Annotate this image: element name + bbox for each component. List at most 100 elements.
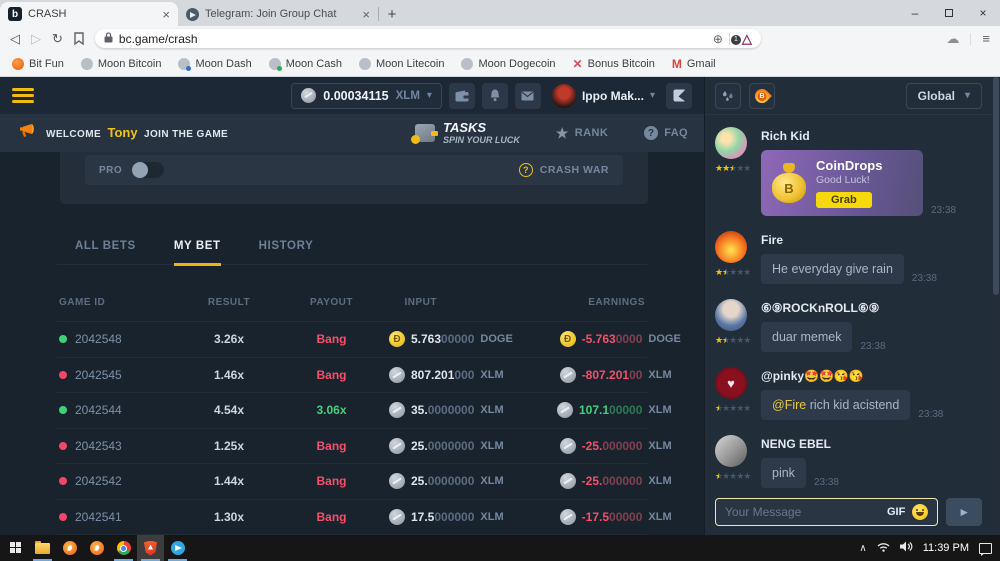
game-status-dot [59, 477, 67, 485]
user-rating-stars [715, 336, 750, 345]
taskbar-brave[interactable] [137, 535, 164, 561]
chat-input-row: GIF ► [705, 489, 992, 535]
coindrop-button[interactable] [749, 83, 775, 109]
tab-close-icon[interactable]: × [162, 8, 170, 21]
chat-channel-selector[interactable]: Global ▾ [906, 83, 982, 109]
result-value: 1.25x [184, 439, 274, 453]
chrome-icon [117, 541, 131, 555]
chat-username[interactable]: Fire [761, 233, 982, 247]
taskbar-app-orange-1[interactable] [56, 535, 83, 561]
avatar[interactable] [715, 367, 747, 399]
send-button[interactable]: ► [946, 498, 982, 526]
bookmarks-bar: Bit Fun Moon Bitcoin Moon Dash Moon Cash… [0, 51, 1000, 77]
crash-war-help-icon[interactable]: ? [519, 163, 533, 177]
close-button[interactable]: × [966, 0, 1000, 26]
table-header: GAME ID RESULT PAYOUT INPUT EARNINGS [57, 297, 647, 322]
table-row[interactable]: 2042543 1.25x Bang 25.0000000XLM -25.000… [57, 429, 647, 465]
taskbar-chrome[interactable] [110, 535, 137, 561]
rank-link[interactable]: ★ RANK [556, 125, 608, 142]
new-tab-button[interactable]: + [379, 2, 405, 26]
chat-username[interactable]: @pinky🤩🤩😘😘 [761, 369, 982, 383]
tab-history[interactable]: HISTORY [259, 240, 314, 266]
reload-button[interactable]: ↻ [52, 31, 63, 47]
chat-message: NENG EBEL pink 23:38 [715, 435, 982, 488]
pro-toggle[interactable] [132, 162, 164, 178]
chat-toggle-button[interactable] [666, 83, 692, 109]
moon-dash-icon [178, 58, 190, 70]
clock[interactable]: 11:39 PM [923, 542, 969, 554]
messages-button[interactable] [515, 83, 541, 109]
avatar[interactable] [715, 127, 747, 159]
coindrops-card[interactable]: B CoinDrops Good Luck! Grab [761, 150, 923, 216]
page-scrollbar[interactable] [992, 77, 1000, 535]
avatar[interactable] [715, 435, 747, 467]
avatar[interactable] [715, 231, 747, 263]
chat-username[interactable]: NENG EBEL [761, 437, 982, 451]
game-status-dot [59, 513, 67, 521]
start-button[interactable] [2, 535, 29, 561]
tasks-link[interactable]: TASKS SPIN YOUR LUCK [415, 121, 520, 145]
tab-crash[interactable]: b CRASH × [0, 2, 178, 26]
bookmark-moon-bitcoin[interactable]: Moon Bitcoin [81, 58, 162, 70]
crash-war-label[interactable]: CRASH WAR [540, 164, 609, 176]
table-row[interactable]: 2042542 1.44x Bang 25.0000000XLM -25.000… [57, 464, 647, 500]
chat-username[interactable]: ⑥⑨ROCKnROLL⑥⑨ [761, 301, 982, 315]
url-text[interactable]: bc.game/crash [119, 32, 198, 46]
game-status-dot [59, 371, 67, 379]
emoji-picker-icon[interactable] [912, 504, 928, 520]
chat-username[interactable]: Rich Kid [761, 129, 982, 143]
balance-selector[interactable]: 0.00034115 XLM ▾ [291, 83, 442, 109]
bookmark-moon-cash[interactable]: Moon Cash [269, 58, 342, 70]
tab-all-bets[interactable]: ALL BETS [75, 240, 136, 266]
bookmark-bit-fun[interactable]: Bit Fun [12, 58, 64, 70]
tasks-box-icon [415, 124, 435, 142]
tab-my-bet[interactable]: MY BET [174, 240, 221, 266]
forward-button[interactable]: ▷ [31, 31, 41, 47]
bookmark-bonus-bitcoin[interactable]: ✕ Bonus Bitcoin [573, 57, 655, 71]
mention[interactable]: @Fire [772, 398, 806, 412]
tray-expand-icon[interactable]: ∧ [859, 543, 866, 554]
browser-menu-icon[interactable]: ≡ [982, 31, 990, 46]
notifications-button[interactable] [482, 83, 508, 109]
currency-unit: XLM [648, 369, 686, 381]
table-row[interactable]: 2042544 4.54x 3.06x 35.0000000XLM 107.10… [57, 393, 647, 429]
taskbar-file-explorer[interactable] [29, 535, 56, 561]
tasks-title: TASKS [443, 121, 520, 135]
bookmark-moon-dash[interactable]: Moon Dash [178, 58, 251, 70]
wifi-icon[interactable] [877, 539, 890, 557]
tab-telegram[interactable]: Telegram: Join Group Chat × [178, 2, 378, 26]
bookmark-moon-litecoin[interactable]: Moon Litecoin [359, 58, 445, 70]
message-input-box[interactable]: GIF [715, 498, 938, 526]
menu-hamburger-icon[interactable] [12, 88, 34, 103]
coindrops-subtitle: Good Luck! [816, 174, 882, 186]
grab-button[interactable]: Grab [816, 192, 872, 208]
taskbar-telegram[interactable] [164, 535, 191, 561]
sync-cloud-icon[interactable]: ☁ [946, 31, 959, 47]
message-input[interactable] [725, 505, 880, 519]
rain-button[interactable] [715, 83, 741, 109]
user-menu[interactable]: Ippo Mak... ▾ [552, 84, 655, 108]
bookmark-gmail[interactable]: M Gmail [672, 57, 716, 71]
faq-link[interactable]: ? FAQ [644, 126, 688, 140]
bookmark-icon[interactable] [74, 32, 84, 45]
wallet-button[interactable] [449, 83, 475, 109]
bookmark-moon-dogecoin[interactable]: Moon Dogecoin [461, 58, 555, 70]
table-row[interactable]: 2042541 1.30x Bang 17.5000000XLM -17.500… [57, 500, 647, 536]
triangle-extension-icon[interactable]: △ [742, 32, 752, 45]
minimize-button[interactable]: – [898, 0, 932, 26]
user-rating-stars [715, 404, 750, 413]
action-center-icon[interactable] [979, 543, 992, 554]
table-row[interactable]: 2042548 3.26x Bang 5.76300000DOGE -5.763… [57, 322, 647, 358]
target-icon[interactable]: ⊕ [713, 32, 723, 46]
maximize-button[interactable] [932, 0, 966, 26]
taskbar-app-orange-2[interactable] [83, 535, 110, 561]
avatar[interactable] [715, 299, 747, 331]
address-bar[interactable]: bc.game/crash ⊕ 1 △ [95, 29, 761, 48]
back-button[interactable]: ◁ [10, 31, 20, 47]
volume-icon[interactable] [900, 539, 913, 557]
coin-icon [560, 367, 576, 383]
table-row[interactable]: 2042545 1.46x Bang 807.201000XLM -807.20… [57, 358, 647, 394]
gif-button[interactable]: GIF [887, 506, 905, 518]
tab-close-icon[interactable]: × [362, 8, 370, 21]
scrollbar-thumb[interactable] [993, 77, 999, 295]
